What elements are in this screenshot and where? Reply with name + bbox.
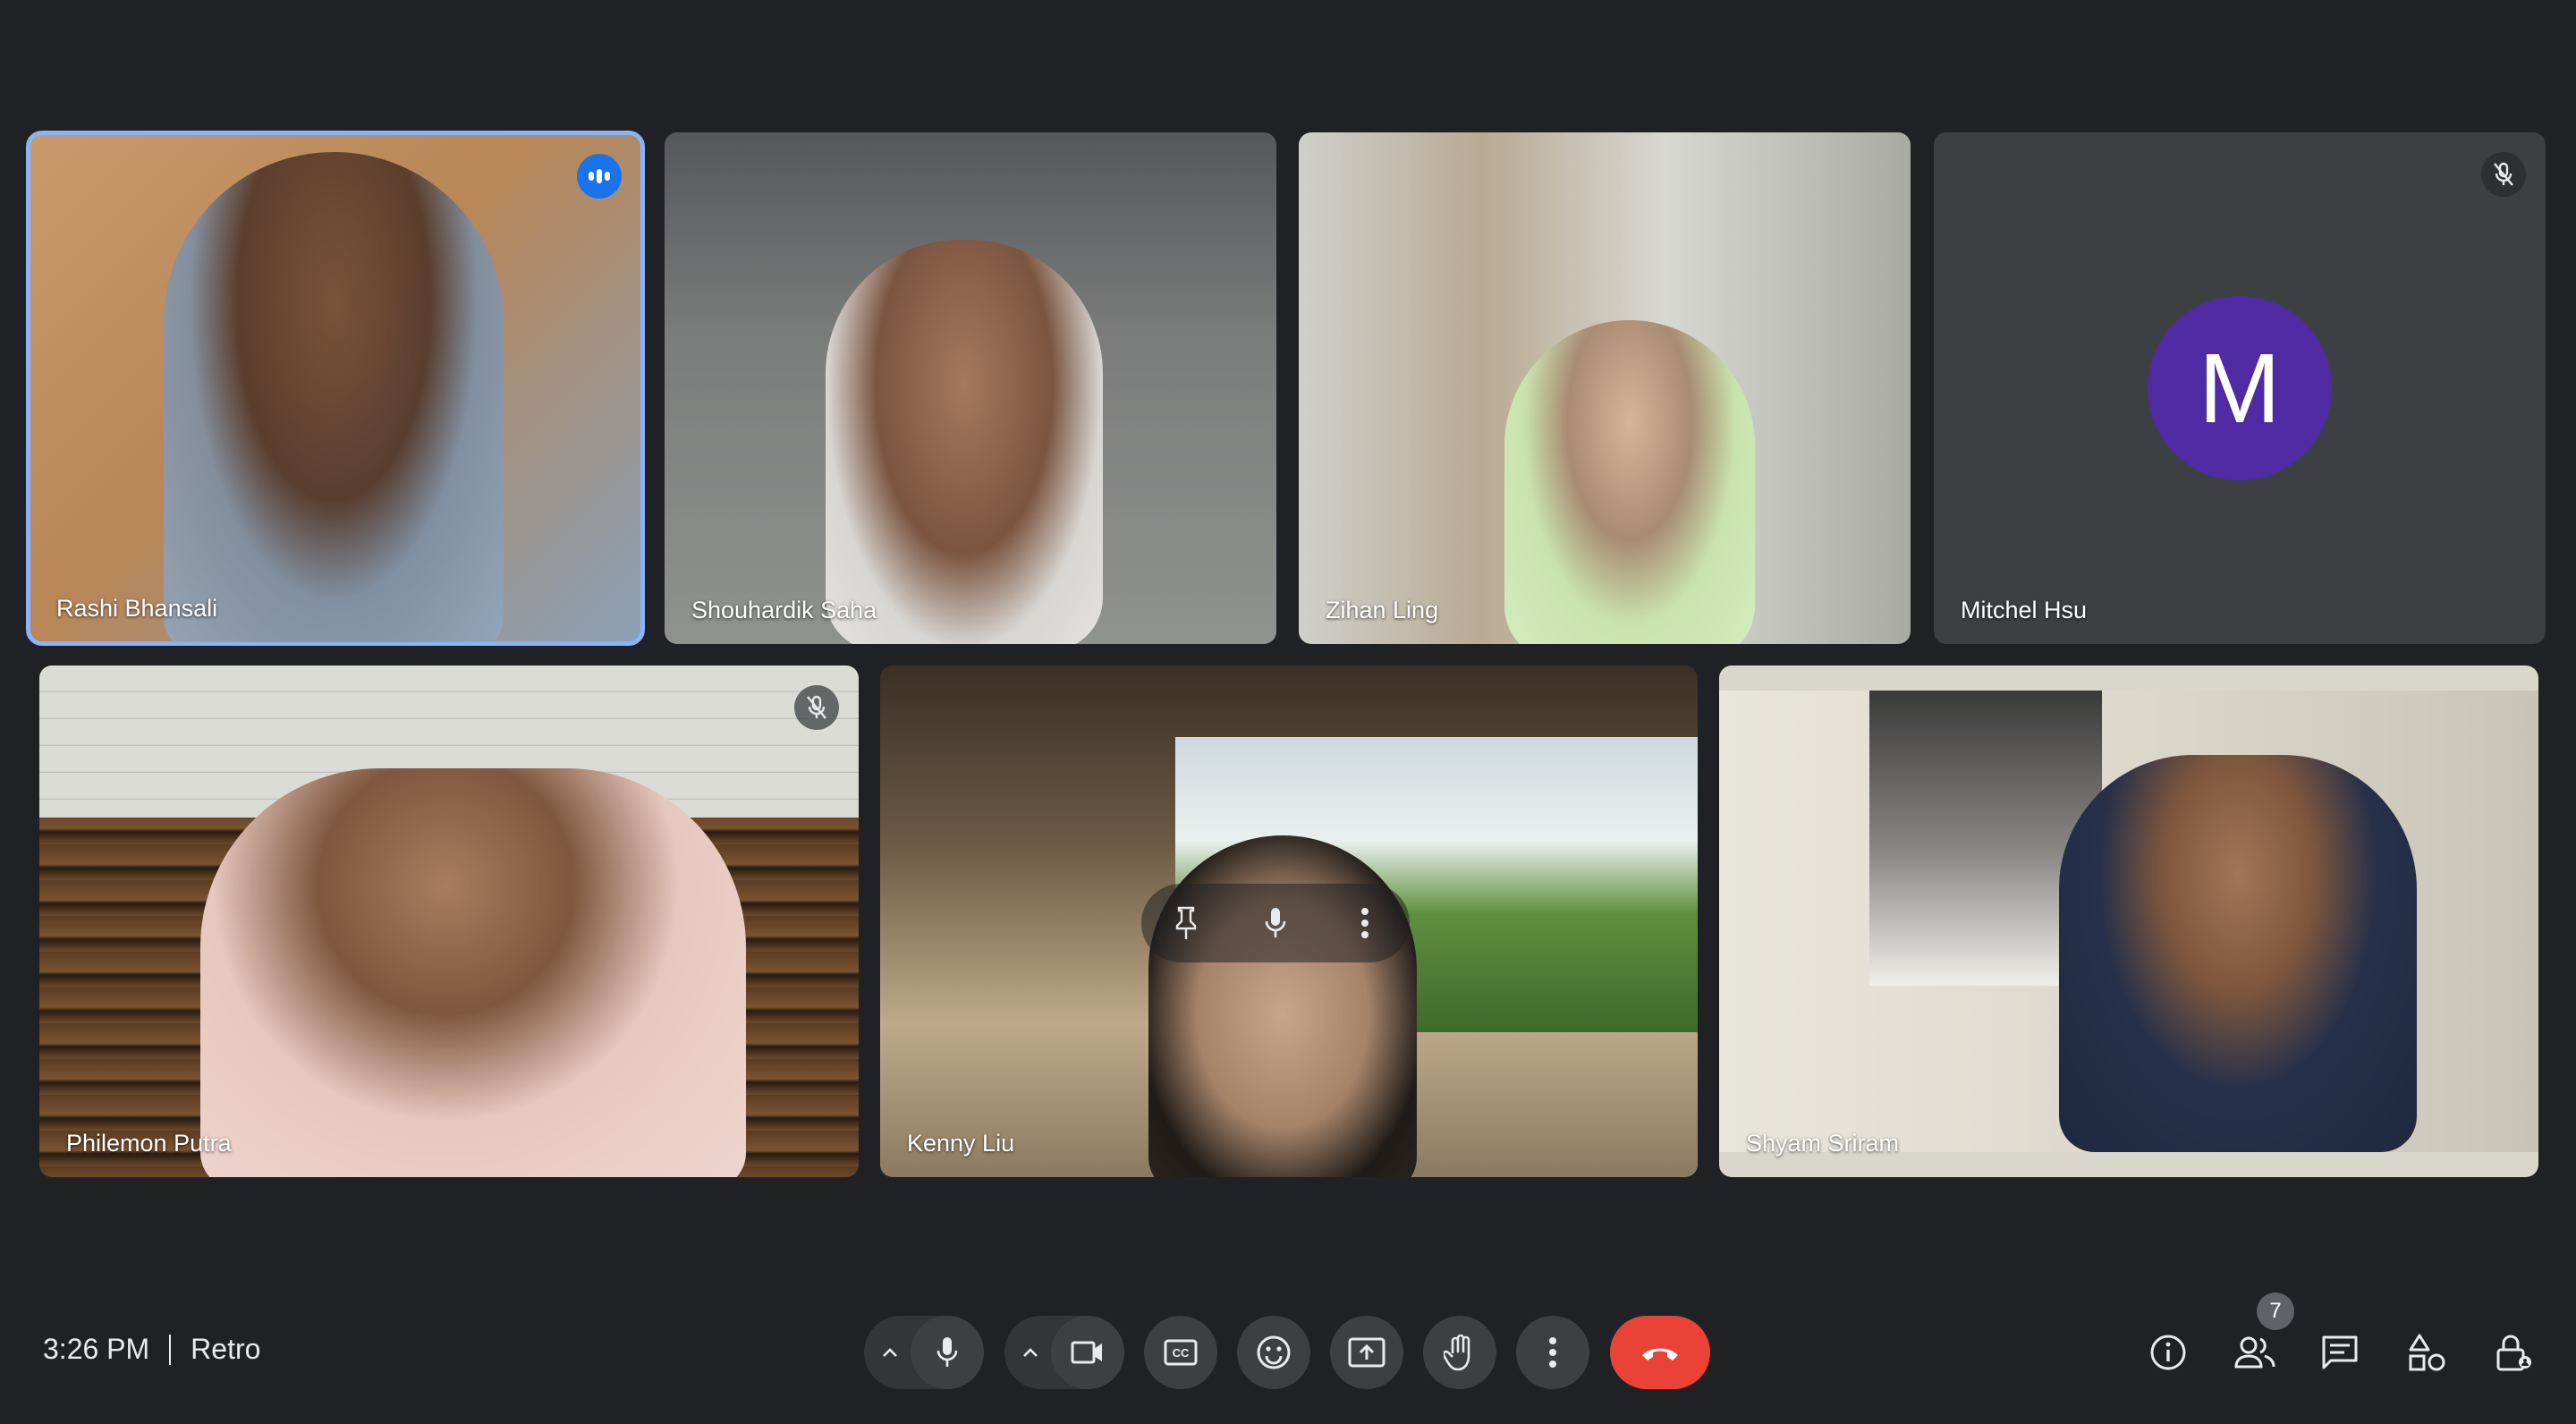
activities-button[interactable] [2398,1324,2455,1381]
participant-tile-shyam[interactable]: Shyam Sriram [1719,665,2538,1177]
camera-button[interactable] [1051,1316,1124,1389]
more-options-icon[interactable] [1338,896,1392,950]
participant-tile-mitchel[interactable]: M Mitchel Hsu [1934,132,2546,644]
host-controls-button[interactable] [2485,1324,2542,1381]
video-feed [1504,320,1755,644]
pin-icon[interactable] [1159,896,1213,950]
microphone-icon[interactable] [1249,896,1302,950]
raise-hand-button[interactable] [1423,1316,1496,1389]
participant-name: Philemon Putra [66,1130,232,1157]
person-silhouette [2059,755,2417,1152]
participant-tile-rashi[interactable]: Rashi Bhansali [26,131,645,646]
audio-options-chevron-up-icon[interactable] [864,1316,916,1389]
present-screen-button[interactable] [1330,1316,1403,1389]
participant-name: Shyam Sriram [1746,1130,1900,1157]
participant-tile-kenny[interactable]: Kenny Liu [880,665,1698,1177]
video-options-chevron-up-icon[interactable] [1004,1316,1056,1389]
participant-name: Shouhardik Saha [691,597,877,623]
muted-microphone-icon [2481,152,2526,197]
current-time: 3:26 PM [43,1333,150,1365]
tile-hover-controls [1141,884,1410,962]
avatar: M [2148,296,2332,480]
participant-name: Rashi Bhansali [56,595,218,622]
participant-name: Kenny Liu [907,1130,1015,1157]
meeting-name: Retro [191,1333,261,1365]
meeting-details-button[interactable] [2140,1324,2197,1381]
video-feed [200,768,746,1177]
meeting-info: 3:26 PM Retro [43,1333,260,1366]
captions-button[interactable]: CC [1144,1316,1217,1389]
more-options-button[interactable] [1516,1316,1589,1389]
divider [169,1334,172,1365]
camera-control [1004,1316,1124,1389]
reactions-button[interactable] [1237,1316,1310,1389]
leave-call-button[interactable] [1610,1316,1710,1389]
participant-name: Mitchel Hsu [1961,597,2088,623]
participant-tile-zihan[interactable]: Zihan Ling [1299,132,1911,644]
chat-button[interactable] [2311,1324,2368,1381]
video-feed [826,240,1103,644]
people-button[interactable] [2226,1324,2284,1381]
muted-microphone-icon [794,685,839,730]
speaking-indicator-icon [577,154,622,199]
svg-text:CC: CC [1173,1346,1190,1360]
video-feed [164,152,504,642]
participant-tile-shouhardik[interactable]: Shouhardik Saha [665,132,1276,644]
microphone-control [864,1316,984,1389]
participant-name: Zihan Ling [1326,597,1439,623]
participant-tile-philemon[interactable]: Philemon Putra [39,665,859,1177]
microphone-button[interactable] [911,1316,984,1389]
